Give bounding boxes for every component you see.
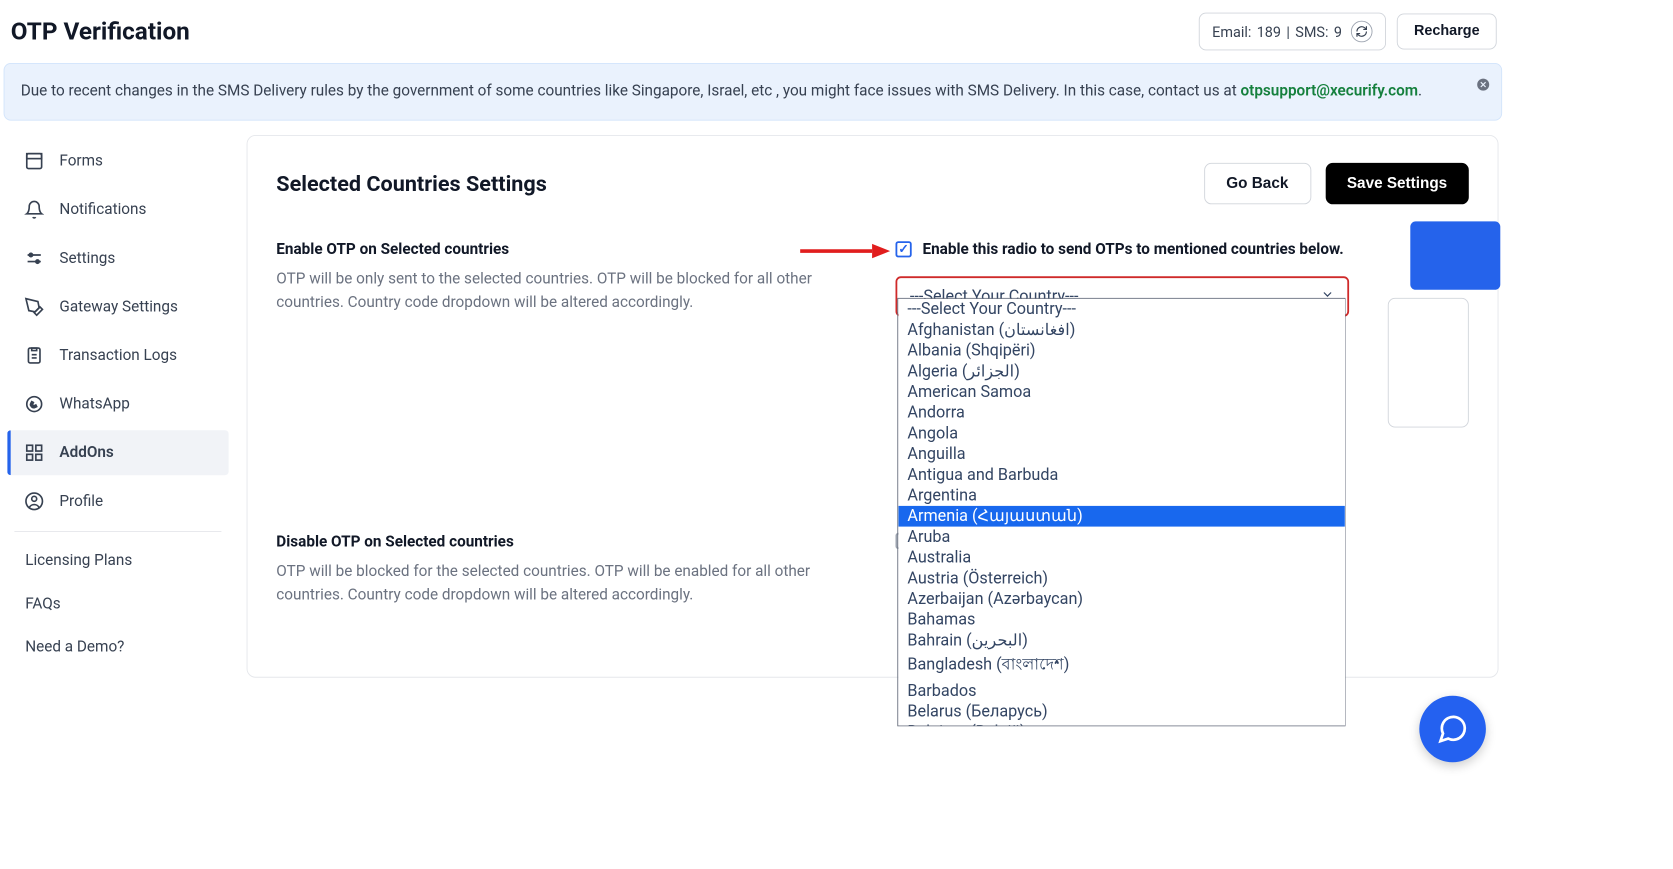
dropdown-option[interactable]: Argentina — [898, 485, 1344, 506]
bell-icon — [23, 199, 45, 219]
dropdown-option[interactable]: Bahrain (البحرين) — [898, 630, 1344, 651]
pen-icon — [23, 297, 45, 317]
sidebar-separator — [14, 531, 221, 532]
dropdown-option[interactable]: Barbados — [898, 680, 1344, 701]
sms-label: SMS: — [1295, 23, 1328, 40]
dropdown-option[interactable]: Angola — [898, 423, 1344, 444]
dropdown-option[interactable]: Andorra — [898, 402, 1344, 423]
main-panel: Selected Countries Settings Go Back Save… — [247, 135, 1499, 678]
disable-section-label: Disable OTP on Selected countries — [276, 532, 852, 550]
recharge-button[interactable]: Recharge — [1397, 14, 1497, 50]
sms-count: 9 — [1334, 23, 1342, 40]
sidebar-item-gateway[interactable]: Gateway Settings — [7, 284, 228, 329]
dropdown-option[interactable]: Albania (Shqipëri) — [898, 340, 1344, 361]
form-icon — [23, 151, 45, 171]
sidebar-item-settings[interactable]: Settings — [7, 235, 228, 280]
dropdown-option[interactable]: American Samoa — [898, 381, 1344, 402]
sidebar-item-forms[interactable]: Forms — [7, 138, 228, 183]
quota-status: Email: 189 | SMS: 9 — [1199, 13, 1386, 51]
grid-icon — [23, 442, 45, 462]
whatsapp-icon — [23, 394, 45, 414]
sidebar: Forms Notifications Settings Gateway Set… — [0, 135, 236, 678]
refresh-icon[interactable] — [1351, 21, 1373, 43]
enable-section-desc: OTP will be only sent to the selected co… — [276, 267, 852, 314]
email-label: Email: — [1212, 23, 1251, 40]
dropdown-option[interactable]: Austria (Österreich) — [898, 567, 1344, 588]
sidebar-link-demo[interactable]: Need a Demo? — [5, 625, 230, 668]
support-email-link[interactable]: otpsupport@xecurify.com — [1241, 82, 1419, 100]
info-alert: Due to recent changes in the SMS Deliver… — [4, 63, 1503, 120]
page-title: OTP Verification — [11, 17, 190, 46]
sidebar-item-label: WhatsApp — [59, 395, 129, 413]
dropdown-option[interactable]: Afghanistan (افغانستان) — [898, 319, 1344, 340]
sliders-icon — [23, 248, 45, 268]
divider: | — [1286, 23, 1290, 40]
sidebar-item-label: AddOns — [59, 443, 113, 461]
email-count: 189 — [1257, 23, 1281, 40]
sidebar-item-label: Transaction Logs — [59, 346, 177, 364]
sidebar-item-logs[interactable]: Transaction Logs — [7, 333, 228, 378]
dropdown-option[interactable]: Antigua and Barbuda — [898, 464, 1344, 485]
dropdown-option[interactable]: Aruba — [898, 526, 1344, 547]
alert-close-icon[interactable] — [1476, 75, 1490, 99]
sidebar-item-label: Forms — [59, 152, 103, 170]
dropdown-option[interactable]: Bangladesh (বাংলাদেশ) — [898, 650, 1344, 680]
enable-checkbox-label: Enable this radio to send OTPs to mentio… — [923, 240, 1344, 258]
alert-text: Due to recent changes in the SMS Deliver… — [21, 82, 1241, 100]
user-icon — [23, 491, 45, 511]
dropdown-option[interactable]: Bahamas — [898, 609, 1344, 630]
sidebar-item-label: Settings — [59, 249, 115, 267]
country-dropdown-list[interactable]: ---Select Your Country---Afghanistan (اف… — [897, 297, 1345, 725]
sidebar-link-licensing[interactable]: Licensing Plans — [5, 539, 230, 582]
enable-section-label: Enable OTP on Selected countries — [276, 240, 852, 258]
dropdown-option[interactable]: Armenia (Հայաստան) — [898, 505, 1344, 526]
dropdown-option[interactable]: Algeria (الجزائر) — [898, 360, 1344, 381]
enable-checkbox[interactable]: ✓ — [896, 241, 912, 257]
sidebar-item-label: Profile — [59, 492, 103, 510]
sidebar-item-whatsapp[interactable]: WhatsApp — [7, 381, 228, 426]
dropdown-option[interactable]: Anguilla — [898, 443, 1344, 464]
go-back-button[interactable]: Go Back — [1204, 162, 1311, 203]
main-title: Selected Countries Settings — [276, 171, 547, 196]
disable-section-desc: OTP will be blocked for the selected cou… — [276, 559, 852, 606]
header-right: Email: 189 | SMS: 9 Recharge — [1199, 13, 1497, 51]
dropdown-option[interactable]: Belgium (België) — [898, 721, 1344, 726]
dropdown-option[interactable]: Azerbaijan (Azərbaycan) — [898, 588, 1344, 609]
sidebar-item-addons[interactable]: AddOns — [7, 430, 228, 475]
dropdown-option[interactable]: ---Select Your Country--- — [898, 298, 1344, 319]
dropdown-option[interactable]: Australia — [898, 547, 1344, 568]
arrow-annotation — [800, 242, 890, 260]
clipboard-icon — [23, 345, 45, 365]
sidebar-item-profile[interactable]: Profile — [7, 478, 228, 523]
sidebar-item-notifications[interactable]: Notifications — [7, 187, 228, 232]
sidebar-item-label: Gateway Settings — [59, 297, 177, 315]
sidebar-item-label: Notifications — [59, 200, 146, 218]
save-button-peek[interactable] — [1410, 221, 1500, 289]
save-settings-button[interactable]: Save Settings — [1325, 162, 1469, 203]
alert-after: . — [1418, 82, 1422, 100]
selected-countries-box — [1388, 297, 1469, 427]
dropdown-option[interactable]: Belarus (Беларусь) — [898, 701, 1344, 722]
sidebar-link-faqs[interactable]: FAQs — [5, 582, 230, 625]
chat-fab[interactable] — [1419, 696, 1486, 763]
